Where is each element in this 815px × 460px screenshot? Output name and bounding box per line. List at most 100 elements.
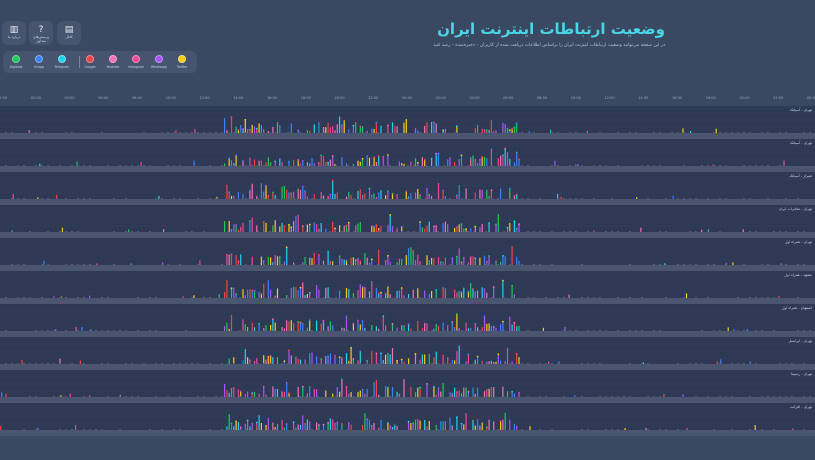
baseline-mark: [245, 132, 247, 133]
baseline-mark: [707, 231, 709, 232]
legend-item-digikala[interactable]: Digikala: [5, 55, 27, 69]
chart-point: [297, 129, 300, 132]
baseline-mark: [293, 165, 295, 166]
baseline-mark: [35, 165, 37, 166]
chart-bar: [421, 354, 423, 364]
legend-item-whatsapp[interactable]: Whatsapp: [148, 55, 170, 69]
legend-item-twitter[interactable]: Twitter: [171, 55, 193, 69]
chart-point: [465, 228, 467, 231]
legend-item-telegram[interactable]: Telegram: [51, 55, 73, 69]
chart-bar: [715, 128, 717, 133]
chart-point: [479, 158, 481, 161]
chart-point: [382, 315, 385, 318]
baseline-mark: [35, 363, 37, 364]
chart-bar: [316, 356, 318, 364]
chart-point: [327, 355, 329, 358]
baseline-mark: [725, 165, 727, 166]
baseline-mark: [53, 396, 55, 397]
chart-point: [338, 255, 341, 258]
baseline-mark: [359, 363, 361, 364]
channel-button[interactable]: ▤ کانال: [57, 21, 81, 45]
chart-bar: [548, 361, 550, 364]
chart-point: [232, 425, 235, 428]
chart-point: [249, 189, 251, 192]
chart-bar: [332, 180, 334, 199]
chart-point: [375, 224, 378, 226]
legend-item-instagram[interactable]: Instagram: [125, 55, 147, 69]
chart-bar: [39, 163, 41, 166]
chart-bar: [474, 128, 476, 133]
chart-bar: [309, 353, 311, 364]
baseline-mark: [155, 297, 157, 298]
chart-point: [334, 227, 336, 230]
chart-point: [508, 187, 511, 190]
baseline-mark: [455, 363, 457, 364]
baseline-mark: [743, 330, 745, 331]
baseline-mark: [797, 198, 799, 199]
baseline-mark: [599, 297, 601, 298]
chart-bar: [350, 347, 352, 364]
chart-bar: [247, 357, 249, 364]
baseline-mark: [605, 330, 607, 331]
chart-point: [347, 221, 350, 224]
chart-point: [242, 160, 244, 162]
faq-button[interactable]: ? پرسش‌های متداول: [29, 21, 53, 45]
chart-point: [391, 426, 394, 429]
baseline-mark: [263, 165, 265, 166]
chart-bar: [329, 418, 331, 430]
chart-point: [398, 393, 401, 396]
chart-bar: [490, 190, 492, 199]
legend-item-google[interactable]: Google: [79, 55, 101, 69]
chart-bar: [247, 128, 249, 133]
chart-bar: [193, 295, 195, 298]
chart-bar: [686, 428, 688, 430]
row-separator: [0, 133, 815, 139]
baseline-mark: [677, 264, 679, 265]
baseline-mark: [737, 330, 739, 331]
baseline-mark: [449, 264, 451, 265]
baseline-mark: [743, 165, 745, 166]
chart-bar: [454, 290, 456, 298]
baseline-mark: [803, 429, 805, 430]
chart-bar: [504, 256, 506, 265]
baseline-mark: [209, 297, 211, 298]
baseline-mark: [719, 198, 721, 199]
baseline-mark: [155, 396, 157, 397]
baseline-mark: [773, 297, 775, 298]
chart-point: [274, 160, 277, 163]
baseline-mark: [731, 132, 733, 133]
baseline-mark: [65, 297, 67, 298]
legend-item-youtube[interactable]: Youtube: [102, 55, 124, 69]
baseline-mark: [239, 132, 241, 133]
baseline-mark: [353, 363, 355, 364]
chart-bar: [270, 289, 272, 298]
chart-bar: [313, 389, 315, 397]
baseline-mark: [137, 396, 139, 397]
chart-bar: [437, 325, 440, 331]
baseline-mark: [551, 264, 553, 265]
baseline-mark: [359, 132, 361, 133]
chart-bar: [247, 289, 249, 298]
chart-bar: [403, 379, 405, 397]
chart-point: [235, 224, 238, 226]
chart-point: [285, 381, 288, 384]
legend-label: Twitter: [176, 65, 188, 69]
chart-point: [387, 190, 389, 193]
baseline-mark: [185, 231, 187, 232]
legend-item-snapp[interactable]: Snapp: [28, 55, 50, 69]
chart-bar: [290, 355, 292, 364]
chart-bar: [529, 426, 531, 430]
chart-bar: [435, 424, 437, 430]
chart-bar: [451, 257, 453, 265]
chart-bar: [518, 224, 520, 232]
chart-bar: [405, 255, 407, 265]
chart-bar: [417, 130, 419, 133]
chart-bar: [286, 247, 288, 265]
chart-point: [377, 155, 380, 157]
about-button[interactable]: ▥ درباره ما: [2, 21, 26, 45]
chart-bar: [470, 158, 472, 166]
chart-bar: [247, 326, 249, 331]
chart-bar: [472, 387, 474, 397]
chart-bar: [463, 228, 465, 232]
baseline-mark: [347, 363, 349, 364]
